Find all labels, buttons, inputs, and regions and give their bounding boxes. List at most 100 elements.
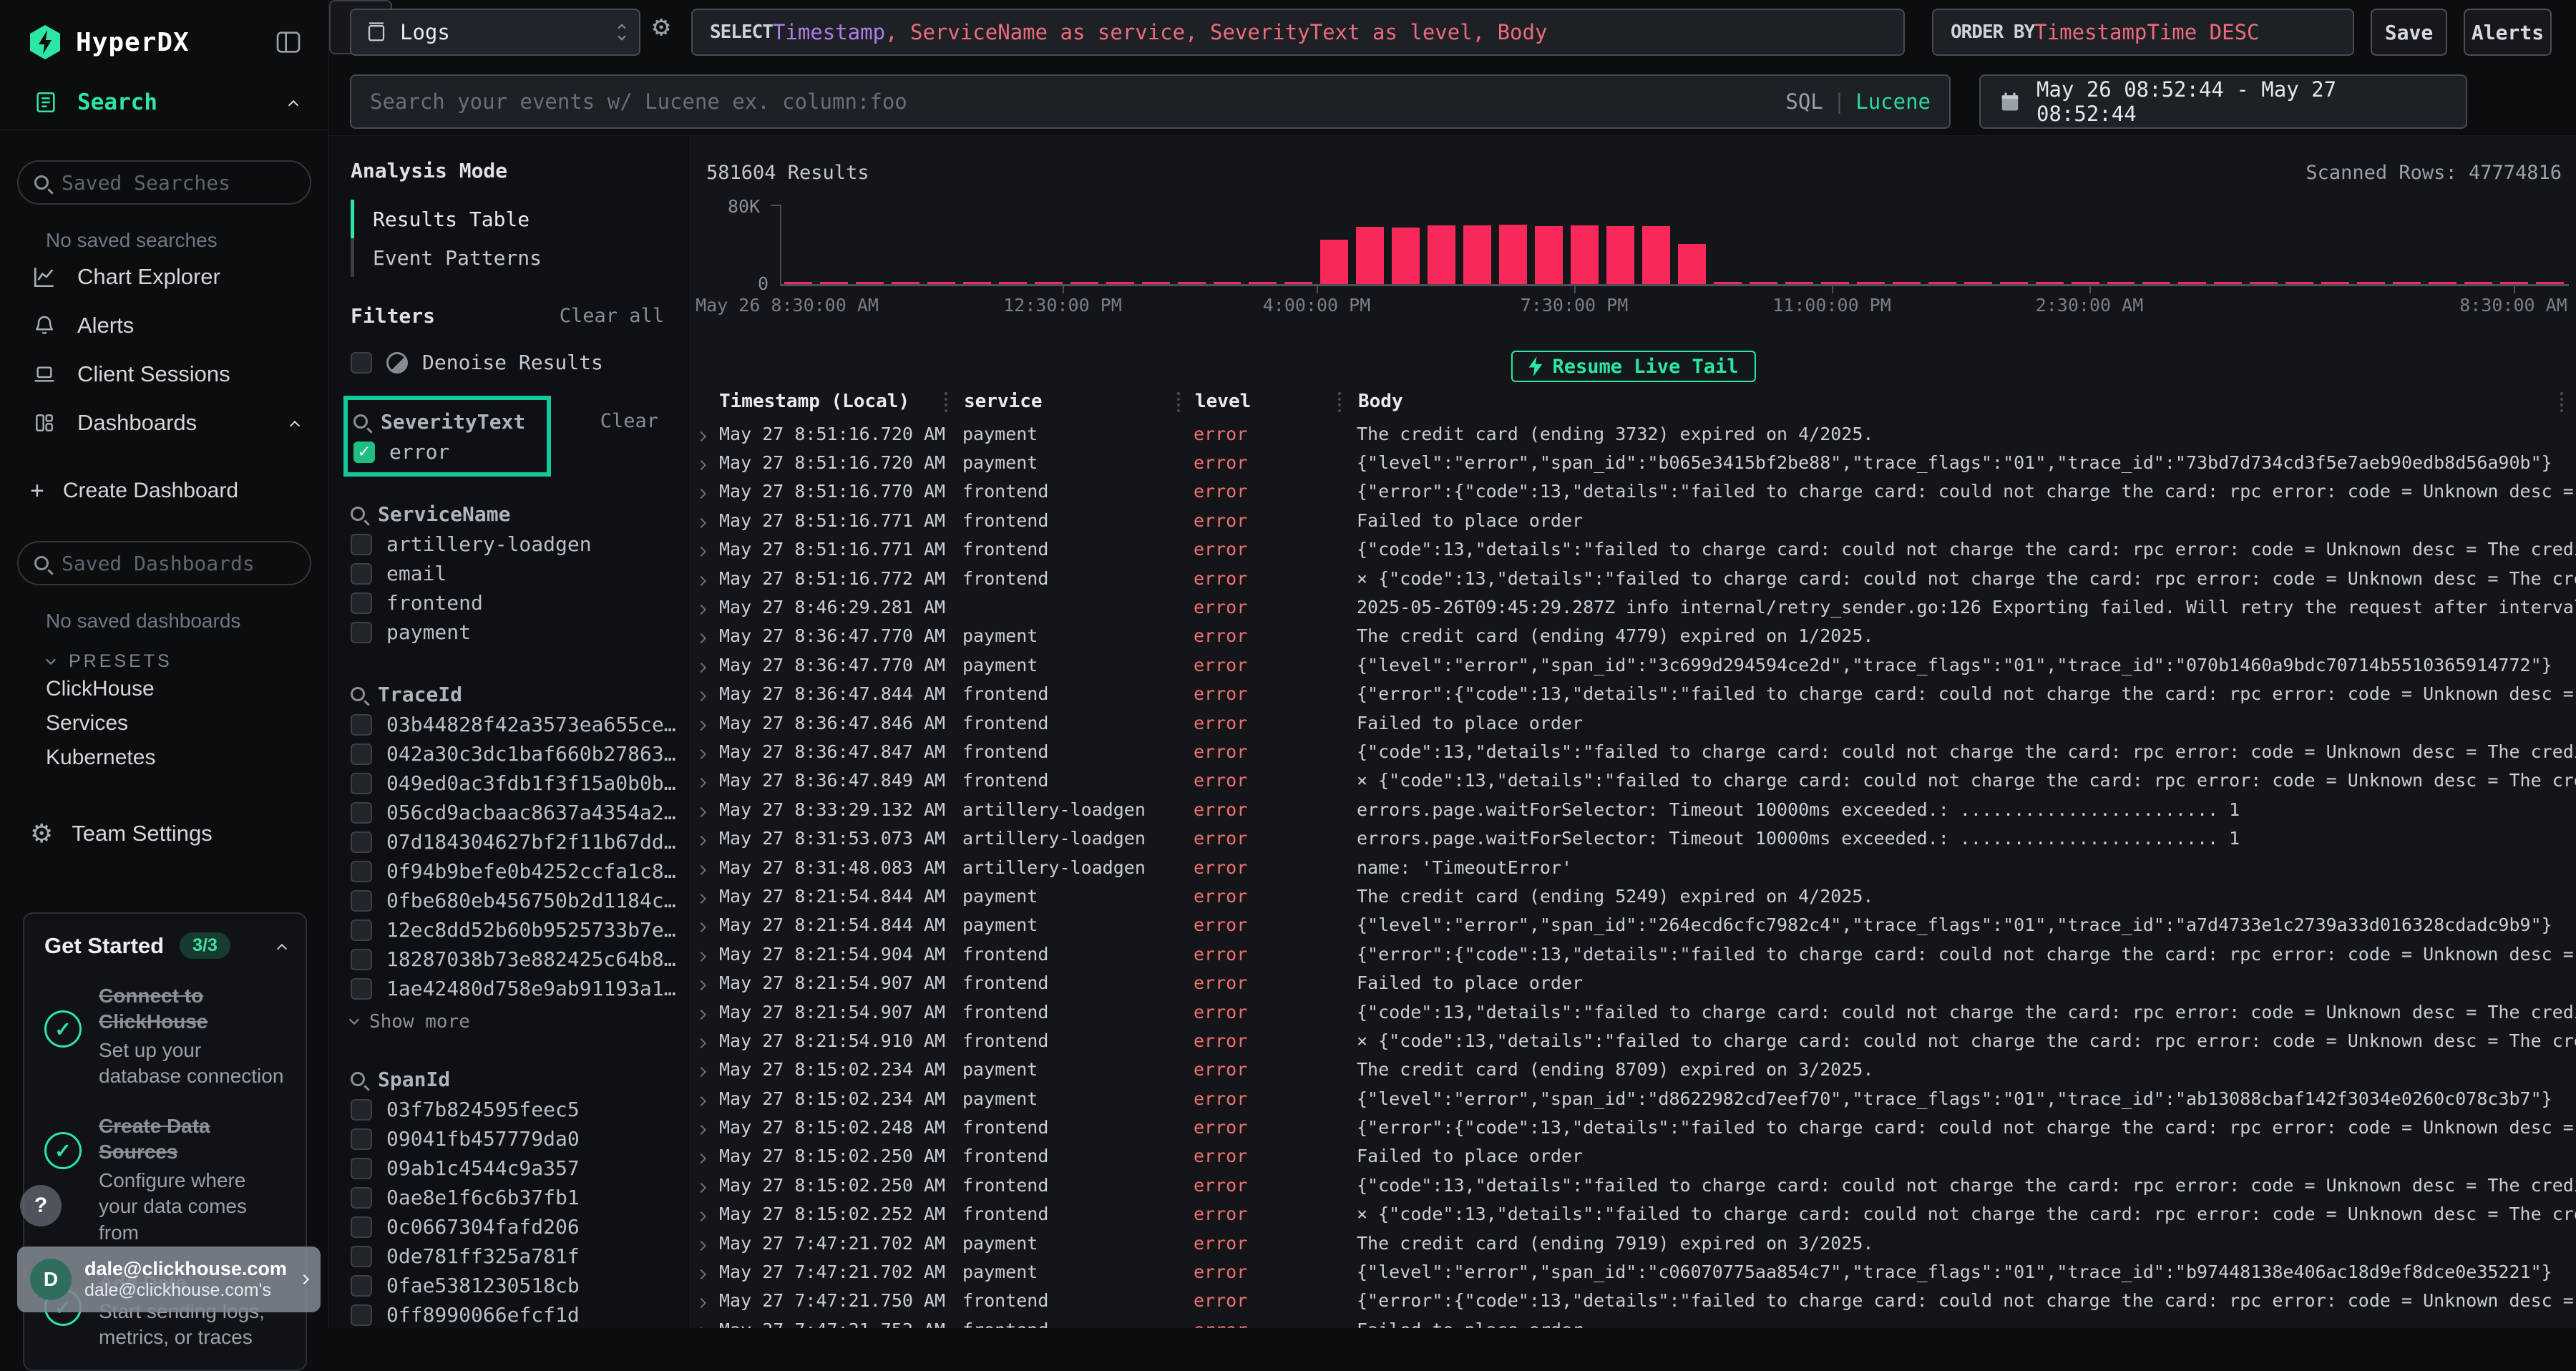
log-row[interactable]: May 27 8:36:47.846 AM frontend error Fai… xyxy=(691,708,2576,737)
log-row[interactable]: May 27 8:51:16.771 AM frontend error Fai… xyxy=(691,506,2576,535)
filter-value[interactable]: 0f94b9befe0b4252ccfa1c8… xyxy=(351,857,690,886)
checkbox[interactable] xyxy=(351,1216,372,1238)
row-expand-chevron-icon[interactable] xyxy=(691,914,719,935)
row-expand-chevron-icon[interactable] xyxy=(691,510,719,531)
row-expand-chevron-icon[interactable] xyxy=(691,568,719,589)
checkbox[interactable] xyxy=(351,1187,372,1209)
saved-searches-input[interactable]: ⌘K xyxy=(17,160,311,205)
filter-value[interactable]: 056cd9acbaac8637a4354a2… xyxy=(351,798,690,827)
user-menu[interactable]: D dale@clickhouse.com dale@clickhouse.co… xyxy=(17,1246,321,1312)
row-expand-chevron-icon[interactable] xyxy=(691,1002,719,1023)
checkbox[interactable] xyxy=(351,534,372,555)
filter-value-error[interactable]: error xyxy=(353,437,541,467)
event-search-input[interactable] xyxy=(370,89,1768,114)
row-expand-chevron-icon[interactable] xyxy=(691,828,719,849)
col-level[interactable]: level xyxy=(1195,391,1251,412)
log-row[interactable]: May 27 8:15:02.234 AM payment error {"le… xyxy=(691,1084,2576,1113)
denoise-checkbox[interactable] xyxy=(351,352,372,374)
log-row[interactable]: May 27 8:51:16.771 AM frontend error {"c… xyxy=(691,535,2576,564)
filter-value[interactable]: artillery-loadgen xyxy=(351,530,690,559)
source-settings-gear-icon[interactable]: ⚙ xyxy=(653,10,670,43)
col-body[interactable]: Body xyxy=(1358,391,1403,412)
filter-value[interactable]: 0fbe680eb456750b2d1184c… xyxy=(351,886,690,915)
log-row[interactable]: May 27 7:47:21.702 AM payment error The … xyxy=(691,1229,2576,1257)
checkbox[interactable] xyxy=(351,949,372,970)
checkbox[interactable] xyxy=(351,1275,372,1297)
preset-dashboard-link[interactable]: Kubernetes xyxy=(46,741,328,775)
row-expand-chevron-icon[interactable] xyxy=(691,1262,719,1282)
column-separator[interactable] xyxy=(945,392,947,412)
checkbox[interactable] xyxy=(351,1128,372,1150)
row-expand-chevron-icon[interactable] xyxy=(691,1233,719,1254)
checkbox[interactable] xyxy=(351,1099,372,1121)
log-row[interactable]: May 27 8:15:02.248 AM frontend error {"e… xyxy=(691,1113,2576,1141)
sidebar-item-dashboards[interactable]: Dashboards xyxy=(0,399,328,447)
checkbox[interactable] xyxy=(351,714,372,736)
chevron-up-icon[interactable] xyxy=(277,943,287,953)
log-row[interactable]: May 27 8:31:53.073 AM artillery-loadgen … xyxy=(691,824,2576,852)
log-row[interactable]: May 27 8:15:02.234 AM payment error The … xyxy=(691,1055,2576,1084)
preset-dashboard-link[interactable]: Services xyxy=(46,706,328,741)
saved-dashboards-field[interactable] xyxy=(62,552,318,575)
log-row[interactable]: May 27 8:51:16.772 AM frontend error × {… xyxy=(691,564,2576,592)
checkbox[interactable] xyxy=(351,1246,372,1267)
tab-results-table[interactable]: Results Table xyxy=(351,200,661,238)
row-expand-chevron-icon[interactable] xyxy=(691,741,719,762)
row-expand-chevron-icon[interactable] xyxy=(691,972,719,993)
filter-value[interactable]: 0ff8990066efcf1d xyxy=(351,1300,690,1328)
checkbox[interactable] xyxy=(351,802,372,824)
filter-value[interactable]: 12ec8dd52b60b9525733b7e… xyxy=(351,915,690,945)
get-started-item[interactable]: ✓ Create Data Sources Configure where yo… xyxy=(44,1113,286,1246)
checkbox[interactable] xyxy=(351,1158,372,1179)
log-row[interactable]: May 27 8:36:47.770 AM payment error The … xyxy=(691,622,2576,650)
checkbox[interactable] xyxy=(351,978,372,1000)
column-separator[interactable] xyxy=(1177,392,1180,412)
log-row[interactable]: May 27 7:47:21.752 AM frontend error Fai… xyxy=(691,1315,2576,1328)
row-expand-chevron-icon[interactable] xyxy=(691,625,719,646)
results-histogram[interactable]: 80K 0 May 26 8:30:00 AM12:30:00 PM4:00:0… xyxy=(691,186,2576,358)
row-expand-chevron-icon[interactable] xyxy=(691,944,719,965)
row-expand-chevron-icon[interactable] xyxy=(691,799,719,820)
log-row[interactable]: May 27 8:51:16.720 AM payment error {"le… xyxy=(691,448,2576,477)
row-expand-chevron-icon[interactable] xyxy=(691,1117,719,1138)
log-row[interactable]: May 27 8:46:29.281 AM error 2025-05-26T0… xyxy=(691,592,2576,621)
filter-value[interactable]: 07d184304627bf2f11b67dd… xyxy=(351,827,690,857)
log-row[interactable]: May 27 8:21:54.844 AM payment error {"le… xyxy=(691,911,2576,940)
row-expand-chevron-icon[interactable] xyxy=(691,1146,719,1166)
log-row[interactable]: May 27 8:36:47.770 AM payment error {"le… xyxy=(691,650,2576,679)
checkbox[interactable] xyxy=(351,861,372,882)
log-row[interactable]: May 27 8:51:16.770 AM frontend error {"e… xyxy=(691,477,2576,506)
sidebar-item-alerts[interactable]: Alerts xyxy=(0,302,328,349)
filter-value[interactable]: 09041fb457779da0 xyxy=(351,1124,690,1153)
checkbox[interactable] xyxy=(351,773,372,794)
saved-dashboards-input[interactable]: ⌘K xyxy=(17,541,311,585)
row-expand-chevron-icon[interactable] xyxy=(691,539,719,560)
row-expand-chevron-icon[interactable] xyxy=(691,886,719,907)
get-started-item[interactable]: ✓ Connect to ClickHouse Set up your data… xyxy=(44,983,286,1089)
row-expand-chevron-icon[interactable] xyxy=(691,1175,719,1196)
log-row[interactable]: May 27 8:36:47.847 AM frontend error {"c… xyxy=(691,737,2576,766)
date-range-picker[interactable]: May 26 08:52:44 - May 27 08:52:44 xyxy=(1979,74,2467,129)
checkbox[interactable] xyxy=(351,622,372,643)
row-expand-chevron-icon[interactable] xyxy=(691,1059,719,1080)
checkbox-checked[interactable] xyxy=(353,441,375,463)
saved-searches-field[interactable] xyxy=(62,171,318,195)
row-expand-chevron-icon[interactable] xyxy=(691,1319,719,1328)
checkbox[interactable] xyxy=(351,831,372,853)
source-select[interactable]: Logs xyxy=(350,9,640,56)
filter-value[interactable]: 09ab1c4544c9a357 xyxy=(351,1153,690,1183)
denoise-results-toggle[interactable]: Denoise Results xyxy=(351,351,690,374)
filter-value[interactable]: email xyxy=(351,559,690,588)
resume-live-tail-button[interactable]: Resume Live Tail xyxy=(1511,351,1755,382)
create-dashboard-button[interactable]: + Create Dashboard xyxy=(0,471,328,511)
filter-value[interactable]: 049ed0ac3fdb1f3f15a0b0b… xyxy=(351,769,690,798)
row-expand-chevron-icon[interactable] xyxy=(691,597,719,618)
log-row[interactable]: May 27 8:15:02.252 AM frontend error × {… xyxy=(691,1200,2576,1229)
log-row[interactable]: May 27 8:15:02.250 AM frontend error Fai… xyxy=(691,1142,2576,1171)
checkbox[interactable] xyxy=(351,890,372,912)
log-row[interactable]: May 27 8:31:48.083 AM artillery-loadgen … xyxy=(691,853,2576,882)
presets-toggle[interactable]: PRESETS xyxy=(47,651,328,672)
log-row[interactable]: May 27 8:21:54.844 AM payment error The … xyxy=(691,882,2576,910)
filter-value[interactable]: 18287038b73e882425c64b8… xyxy=(351,945,690,974)
checkbox[interactable] xyxy=(351,563,372,585)
